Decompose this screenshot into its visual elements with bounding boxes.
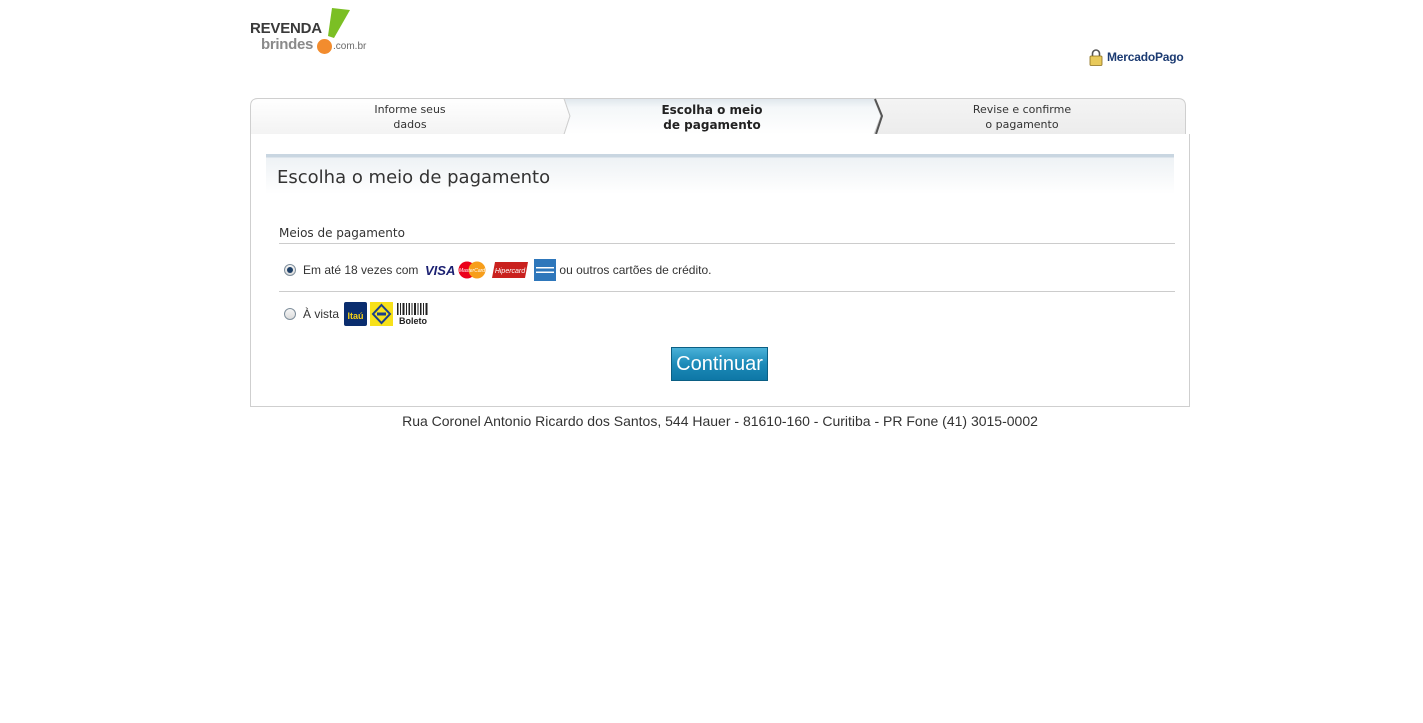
logo-text-domain: .com.br (333, 41, 367, 52)
step-3-label: Revise e confirme o pagamento (972, 103, 1072, 131)
footer-address: Rua Coronel Antonio Ricardo dos Santos, … (402, 413, 1038, 429)
section-header: Escolha o meio de pagamento (266, 154, 1174, 194)
amex-logo-icon (534, 259, 557, 281)
mercadopago-label: MercadoPago (1107, 50, 1184, 64)
divider (279, 291, 1175, 292)
padlock-icon (1089, 48, 1103, 66)
credit-option-prefix: Em até 18 vezes com (303, 263, 419, 277)
divider (279, 243, 1175, 244)
hipercard-logo-text: Hipercard (495, 268, 526, 275)
credit-card-option[interactable]: Em até 18 vezes com VISA MasterCard Hipe… (284, 258, 711, 282)
visa-logo-icon: VISA (425, 263, 455, 277)
boleto-logo-icon: Boleto (397, 303, 428, 326)
logo-text-revenda: REVENDA (250, 20, 322, 37)
step-1-label: Informe seus dados (374, 103, 446, 131)
payment-panel: Escolha o meio de pagamento Meios de pag… (250, 134, 1190, 407)
cash-radio[interactable] (284, 308, 296, 320)
logo-text-brindes: brindes (261, 36, 314, 53)
continue-button[interactable]: Continuar (671, 347, 768, 381)
visa-logo-text: VISA (425, 263, 455, 277)
cash-option-label: À vista (303, 307, 340, 321)
credit-option-suffix: ou outros cartões de crédito. (559, 263, 712, 277)
credit-card-radio[interactable] (284, 264, 296, 276)
store-logo[interactable]: REVENDA brindes .com.br (250, 8, 370, 58)
logo-orange-dot (317, 39, 332, 54)
section-title: Escolha o meio de pagamento (277, 167, 551, 188)
itau-logo-icon: Itaú (344, 302, 368, 326)
banco-do-brasil-logo-icon (370, 302, 394, 326)
boleto-logo-text: Boleto (399, 316, 428, 326)
cash-option[interactable]: À vista Itaú Boleto (284, 301, 430, 327)
mercadopago-badge: MercadoPago (1089, 47, 1184, 67)
itau-logo-text: Itaú (348, 311, 364, 321)
mastercard-logo-icon: MasterCard (458, 261, 486, 279)
hipercard-logo-icon: Hipercard (492, 262, 529, 278)
checkout-steps: Informe seus dados Escolha o meio de pag… (250, 98, 1186, 135)
step-2-label: Escolha o meio de pagamento (661, 103, 763, 132)
mastercard-logo-text: MasterCard (459, 268, 485, 274)
payment-methods-label: Meios de pagamento (279, 226, 405, 240)
